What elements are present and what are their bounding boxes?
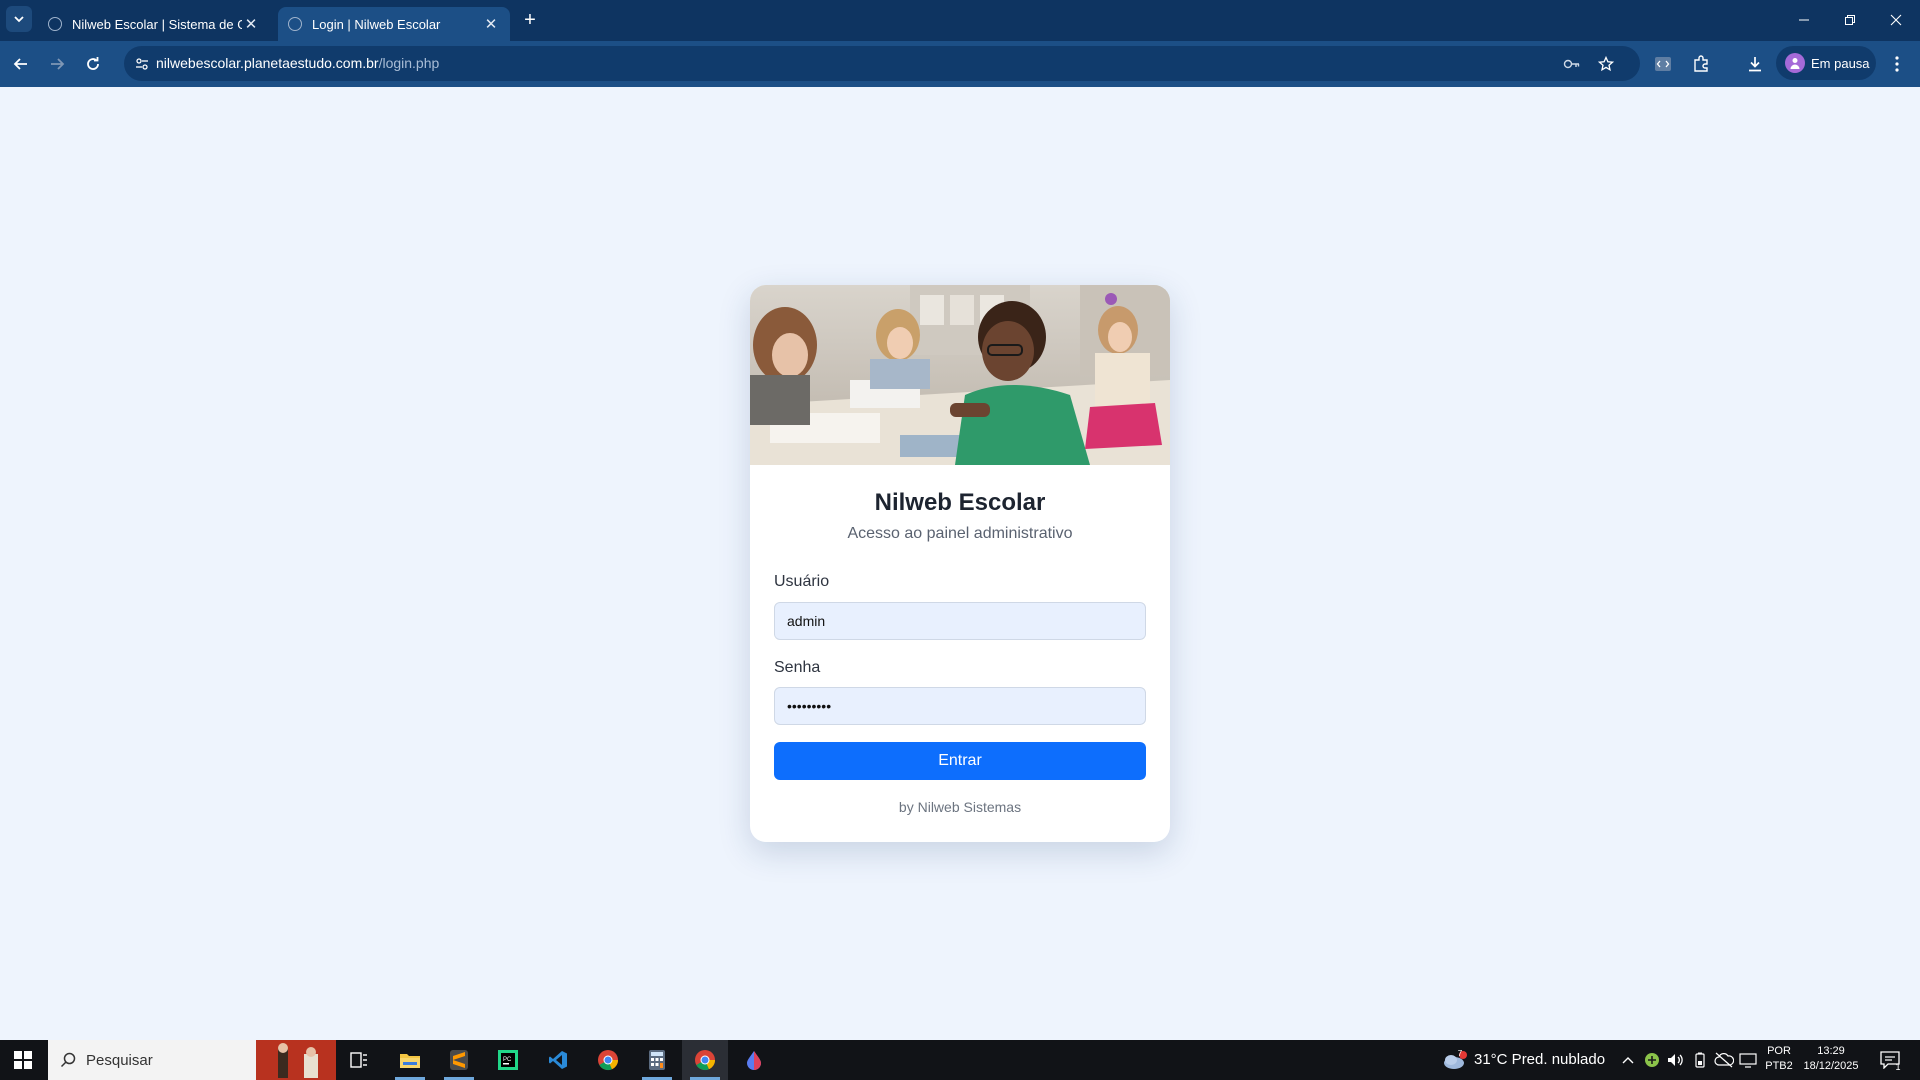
password-input[interactable] xyxy=(774,687,1146,725)
footer-credit: by Nilweb Sistemas xyxy=(898,799,1022,815)
password-key-icon[interactable] xyxy=(1562,54,1582,74)
close-window-icon[interactable] xyxy=(1873,0,1919,40)
windows-taskbar: Pesquisar PC 7 31°C Pred. nublado POR PT… xyxy=(0,1040,1920,1080)
calculator-icon[interactable] xyxy=(634,1040,680,1080)
download-icon[interactable] xyxy=(1744,53,1766,75)
show-hidden-icons-chevron-icon[interactable] xyxy=(1618,1050,1638,1070)
username-label: Usuário xyxy=(774,573,830,590)
network-status-icon[interactable] xyxy=(1642,1050,1662,1070)
tab-login[interactable]: Login | Nilweb Escolar ✕ xyxy=(278,7,510,41)
close-tab-icon[interactable]: ✕ xyxy=(482,15,500,33)
login-subtitle: Acesso ao painel administrativo xyxy=(847,525,1073,542)
windows-start-icon[interactable] xyxy=(0,1040,46,1080)
url-host: nilwebescolar.planetaestudo.com.br xyxy=(156,55,379,71)
password-label: Senha xyxy=(774,659,821,676)
address-bar[interactable]: nilwebescolar.planetaestudo.com.br/login… xyxy=(124,46,1640,81)
browser-toolbar: nilwebescolar.planetaestudo.com.br/login… xyxy=(0,41,1920,87)
display-project-icon[interactable] xyxy=(1738,1050,1758,1070)
tab-sistema-gestao[interactable]: Nilweb Escolar | Sistema de Ges ✕ xyxy=(38,7,270,41)
file-explorer-icon[interactable] xyxy=(387,1040,433,1080)
clock-date: 18/12/2025 xyxy=(1803,1060,1859,1072)
back-arrow-icon[interactable] xyxy=(6,49,36,79)
search-placeholder: Pesquisar xyxy=(86,1051,153,1069)
battery-device-icon[interactable] xyxy=(1690,1050,1710,1070)
color-drop-app-icon[interactable] xyxy=(731,1040,777,1080)
input-language[interactable]: POR PTB2 xyxy=(1762,1044,1796,1074)
browser-menu-icon[interactable] xyxy=(1886,53,1908,75)
reload-icon[interactable] xyxy=(78,49,108,79)
restore-icon[interactable] xyxy=(1827,0,1873,40)
chrome-active-icon[interactable] xyxy=(682,1040,728,1080)
search-icon xyxy=(60,1052,76,1068)
extension-code-icon[interactable] xyxy=(1652,53,1674,75)
language-code: POR xyxy=(1767,1045,1791,1057)
taskbar-search[interactable]: Pesquisar xyxy=(48,1040,256,1080)
notification-count: 1 xyxy=(1895,1062,1901,1072)
forward-arrow-icon[interactable] xyxy=(42,49,72,79)
globe-icon xyxy=(48,17,62,31)
search-highlight-illustration xyxy=(256,1040,336,1080)
extensions-puzzle-icon[interactable] xyxy=(1690,53,1712,75)
classroom-photo xyxy=(750,285,1170,465)
chrome-icon[interactable] xyxy=(585,1040,631,1080)
browser-tab-bar: Nilweb Escolar | Sistema de Ges ✕ Login … xyxy=(0,0,1920,41)
clock-time: 13:29 xyxy=(1817,1045,1845,1057)
cloud-offline-icon[interactable] xyxy=(1714,1050,1734,1070)
svg-text:PC: PC xyxy=(503,1057,512,1063)
task-view-icon[interactable] xyxy=(336,1040,382,1080)
clock[interactable]: 13:29 18/12/2025 xyxy=(1800,1044,1862,1074)
new-tab-plus-icon[interactable]: + xyxy=(518,8,542,32)
weather-badge: 7 xyxy=(1457,1049,1463,1058)
close-tab-icon[interactable]: ✕ xyxy=(242,15,260,33)
vscode-icon[interactable] xyxy=(535,1040,581,1080)
url-text: nilwebescolar.planetaestudo.com.br/login… xyxy=(156,55,439,71)
profile-button[interactable]: Em pausa xyxy=(1776,46,1876,80)
site-info-tune-icon[interactable] xyxy=(132,54,152,74)
pycharm-icon[interactable]: PC xyxy=(485,1040,531,1080)
weather-text[interactable]: 31°C Pred. nublado xyxy=(1474,1051,1605,1068)
app-title: Nilweb Escolar xyxy=(874,489,1046,516)
profile-avatar-icon xyxy=(1785,53,1805,73)
tab-search-chevron-icon[interactable] xyxy=(6,6,32,32)
profile-label: Em pausa xyxy=(1811,55,1870,71)
speaker-volume-icon[interactable] xyxy=(1666,1050,1686,1070)
globe-icon xyxy=(288,17,302,31)
bookmark-star-icon[interactable] xyxy=(1596,54,1616,74)
login-card: Nilweb Escolar Acesso ao painel administ… xyxy=(750,285,1170,842)
url-path: /login.php xyxy=(378,55,440,71)
username-input[interactable] xyxy=(774,602,1146,640)
tab-title: Nilweb Escolar | Sistema de Ges xyxy=(72,16,242,32)
keyboard-layout: PTB2 xyxy=(1765,1060,1793,1072)
login-submit-button[interactable]: Entrar xyxy=(774,742,1146,780)
minimize-icon[interactable] xyxy=(1781,0,1827,40)
sublime-text-icon[interactable] xyxy=(436,1040,482,1080)
tab-title: Login | Nilweb Escolar xyxy=(312,16,441,32)
